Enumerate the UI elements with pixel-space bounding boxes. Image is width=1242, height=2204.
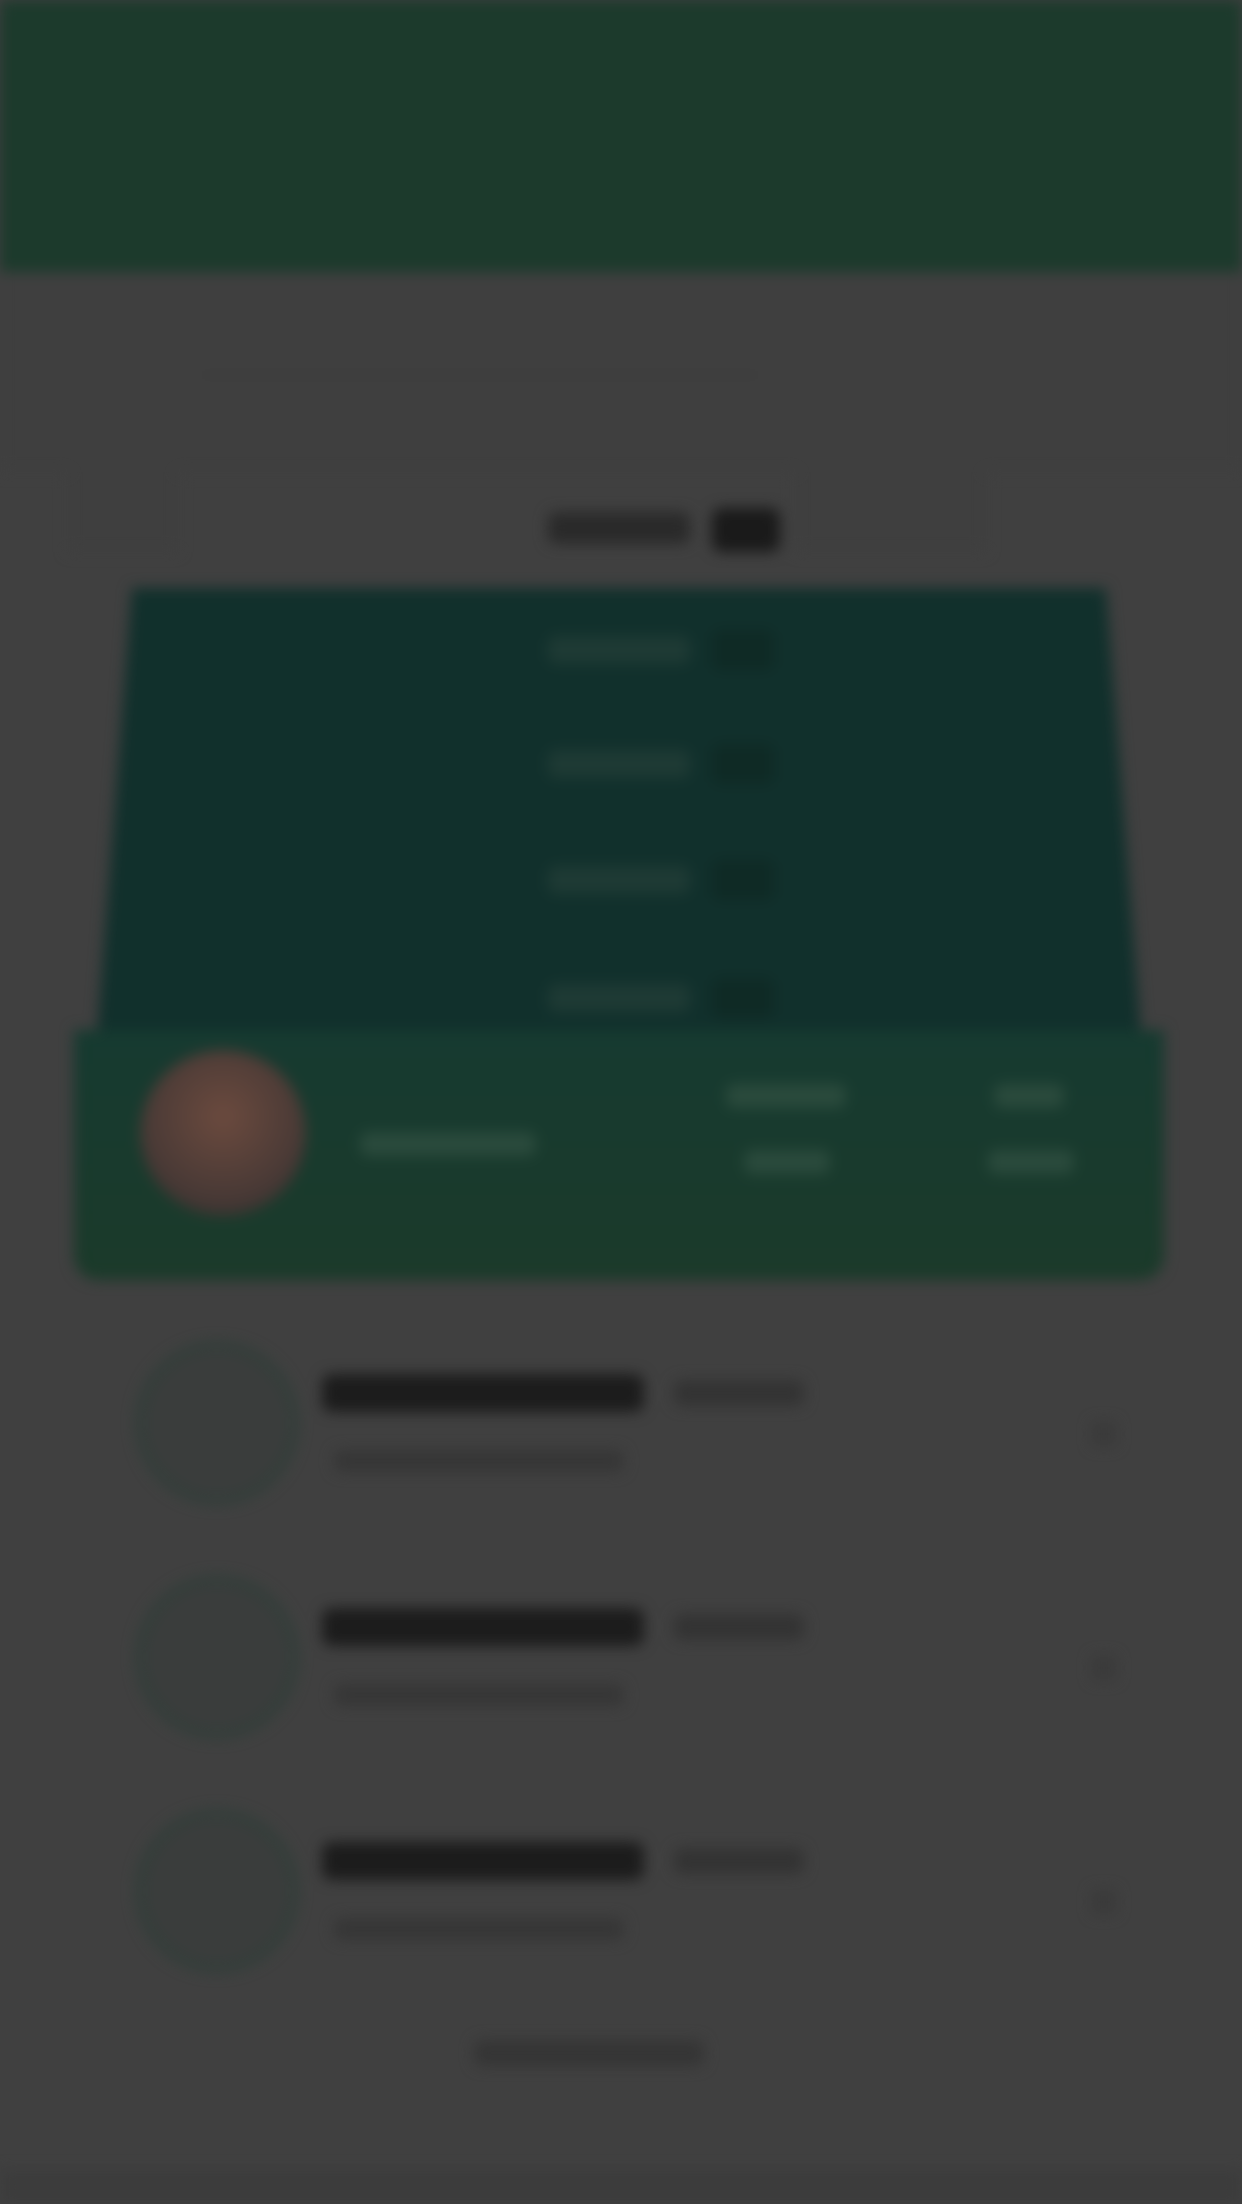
tab-right[interactable] <box>796 352 986 552</box>
tab-bar <box>0 272 1242 472</box>
list-item-tag <box>674 1614 804 1640</box>
blurred-page <box>0 0 1242 2204</box>
list-item-subtitle <box>334 1918 624 1940</box>
rank-row-2 <box>548 750 690 778</box>
list-item-subtitle <box>334 1684 624 1706</box>
list-item-avatar <box>136 1810 298 1972</box>
list-item-tag <box>674 1380 804 1406</box>
stat-2-label <box>994 1084 1064 1108</box>
chevron-right-icon <box>1092 1422 1116 1446</box>
rank-badge-4 <box>712 978 774 1018</box>
chevron-right-icon <box>1092 1656 1116 1680</box>
app-header <box>0 0 1242 272</box>
current-user-name <box>360 1132 536 1156</box>
view-more-link[interactable] <box>474 2040 704 2066</box>
list-item[interactable] <box>94 1544 1148 1764</box>
rank-row-4 <box>548 984 690 1012</box>
bottom-edge <box>0 2170 1242 2204</box>
rank-badge-3 <box>712 860 774 900</box>
section-title-badge <box>712 508 780 552</box>
current-user-avatar[interactable] <box>140 1050 306 1216</box>
stat-2-value <box>988 1150 1074 1174</box>
list-item-subtitle <box>334 1450 624 1472</box>
list-item-name <box>322 1374 644 1412</box>
list-item[interactable] <box>94 1310 1148 1530</box>
section-title <box>548 512 690 544</box>
tab-left[interactable] <box>68 352 178 552</box>
tab-divider <box>200 374 760 376</box>
stat-1-label <box>726 1084 846 1108</box>
rank-row-1 <box>548 636 690 664</box>
list-item[interactable] <box>94 1778 1148 1998</box>
list-item-avatar <box>136 1576 298 1738</box>
rank-badge-2 <box>712 744 774 784</box>
list-item-tag <box>674 1848 804 1874</box>
chevron-right-icon <box>1092 1890 1116 1914</box>
list-item-name <box>322 1608 644 1646</box>
rank-badge-1 <box>712 630 774 670</box>
list-item-avatar <box>136 1342 298 1504</box>
rank-row-3 <box>548 866 690 894</box>
stat-1-value <box>744 1150 830 1174</box>
list-item-name <box>322 1842 644 1880</box>
